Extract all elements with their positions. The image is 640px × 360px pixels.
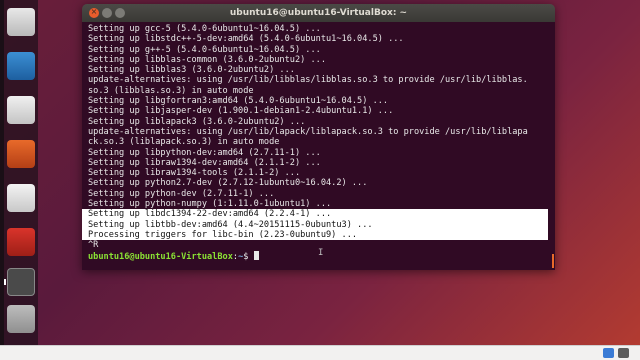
output-line: Setting up libpython-dev:amd64 (2.7.11-1… [88, 147, 321, 158]
output-line: Setting up python-numpy (1:1.11.0-1ubunt… [88, 199, 332, 210]
window-title: ubuntu16@ubuntu16-VirtualBox: ~ [229, 8, 408, 18]
output-line: Setting up libblas-common (3.6.0-2ubuntu… [88, 54, 326, 65]
selected-output-line[interactable]: Setting up libdc1394-22-dev:amd64 (2.2.4… [82, 209, 548, 220]
text-cursor [253, 250, 259, 260]
keyboard-icon[interactable] [618, 348, 629, 358]
prompt-user-host: ubuntu16@ubuntu16-VirtualBox [88, 251, 233, 261]
output-line: Setting up python2.7-dev (2.7.12-1ubuntu… [88, 178, 368, 189]
selected-output-line[interactable]: Setting up libtbb-dev:amd64 (4.4~2015111… [82, 219, 548, 230]
document-icon[interactable] [7, 96, 35, 124]
libreoffice-writer-icon[interactable] [7, 52, 35, 80]
terminal-icon[interactable] [7, 268, 35, 296]
output-line: update-alternatives: using /usr/lib/libb… [88, 75, 528, 86]
terminal-window[interactable]: × ubuntu16@ubuntu16-VirtualBox: ~ Settin… [82, 4, 555, 270]
scroll-indicator[interactable] [552, 254, 554, 268]
ubuntu-software-icon[interactable] [7, 140, 35, 168]
selected-output-line[interactable]: Processing triggers for libc-bin (2.23-0… [82, 229, 548, 241]
output-line: Setting up python-dev (2.7.11-1) ... [88, 188, 275, 199]
text-editor-icon[interactable] [7, 184, 35, 212]
output-line: Setting up libblas3 (3.6.0-2ubuntu2) ... [88, 65, 295, 76]
title-bar[interactable]: × ubuntu16@ubuntu16-VirtualBox: ~ [82, 4, 555, 22]
output-line: Setting up libraw1394-dev:amd64 (2.1.1-2… [88, 157, 321, 168]
output-line: Setting up gcc-5 (5.4.0-6ubuntu1~16.04.5… [88, 24, 321, 34]
output-line: Setting up libraw1394-tools (2.1.1-2) ..… [88, 168, 301, 179]
output-line: Setting up libjasper-dev (1.900.1-debian… [88, 106, 394, 117]
ibeam-pointer-icon: I [318, 248, 324, 258]
output-line: Setting up g++-5 (5.4.0-6ubuntu1~16.04.5… [88, 44, 321, 55]
output-line: so.3 (libblas.so.3) in auto mode [88, 85, 254, 96]
output-line: Setting up liblapack3 (3.6.0-2ubuntu2) .… [88, 116, 306, 127]
launcher [4, 0, 38, 345]
active-indicator [4, 279, 6, 285]
terminal-output[interactable]: Setting up gcc-5 (5.4.0-6ubuntu1~16.04.5… [82, 22, 555, 270]
trash-icon[interactable] [7, 305, 35, 333]
host-status-bar [0, 345, 640, 360]
output-line: update-alternatives: using /usr/lib/lapa… [88, 126, 528, 137]
prompt-symbol: $ [243, 251, 254, 261]
network-icon[interactable] [603, 348, 614, 358]
output-line: Setting up libgfortran3:amd64 (5.4.0-6ub… [88, 96, 389, 107]
files-icon[interactable] [7, 8, 35, 36]
output-line: ck.so.3 (liblapack.so.3) in auto mode [88, 137, 280, 148]
app-icon[interactable] [7, 228, 35, 256]
output-line: Setting up libstdc++-5-dev:amd64 (5.4.0-… [88, 34, 404, 45]
